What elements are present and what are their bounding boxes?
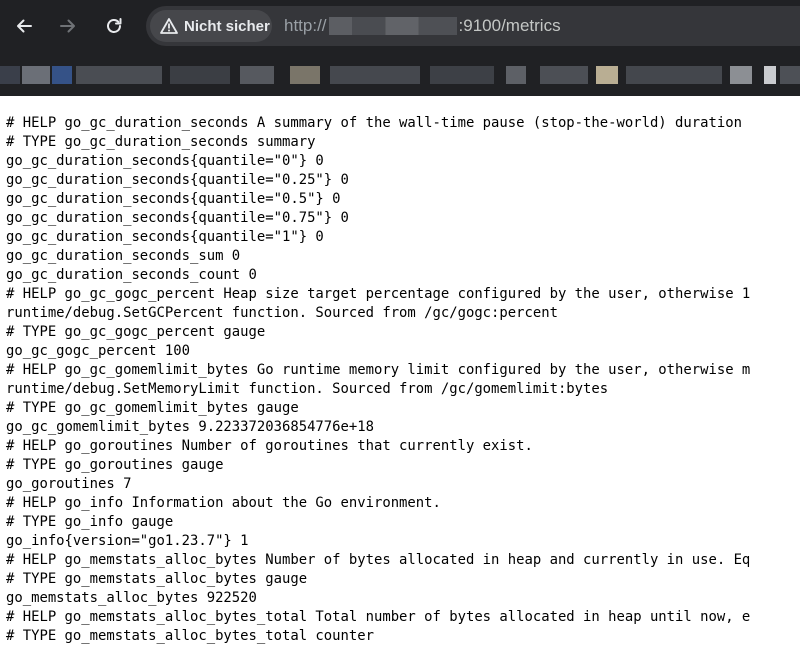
metrics-line: go_gc_duration_seconds{quantile="1"} 0 — [6, 229, 324, 245]
metrics-line: go_gc_duration_seconds{quantile="0"} 0 — [6, 153, 324, 169]
bookmark-item[interactable] — [240, 66, 274, 84]
metrics-line: go_memstats_alloc_bytes 922520 — [6, 590, 257, 606]
bookmark-item[interactable] — [22, 66, 50, 84]
back-button[interactable] — [8, 10, 40, 42]
bookmark-item[interactable] — [330, 66, 420, 84]
metrics-line: # TYPE go_goroutines gauge — [6, 457, 224, 473]
metrics-line: runtime/debug.SetMemoryLimit function. S… — [6, 381, 609, 397]
bookmark-item[interactable] — [76, 66, 162, 84]
metrics-line: go_info{version="go1.23.7"} 1 — [6, 533, 249, 549]
warning-triangle-icon — [160, 18, 178, 34]
bookmark-item[interactable] — [0, 66, 20, 84]
bookmark-item[interactable] — [780, 66, 800, 84]
metrics-text: # HELP go_gc_duration_seconds A summary … — [0, 96, 800, 646]
bookmark-item[interactable] — [596, 66, 618, 84]
metrics-line: # TYPE go_gc_gogc_percent gauge — [6, 324, 266, 340]
metrics-line: # TYPE go_memstats_alloc_bytes_total cou… — [6, 628, 374, 644]
bookmark-item[interactable] — [290, 66, 320, 84]
address-bar[interactable]: Nicht sicher http:// :9100/metrics — [146, 6, 800, 46]
arrow-right-icon — [60, 19, 75, 33]
metrics-line: # HELP go_info Information about the Go … — [6, 495, 441, 511]
security-indicator-button[interactable]: Nicht sicher — [150, 10, 272, 42]
metrics-line: go_gc_duration_seconds_count 0 — [6, 267, 257, 283]
metrics-line: # TYPE go_gc_duration_seconds summary — [6, 134, 316, 150]
bookmark-item[interactable] — [170, 66, 230, 84]
metrics-line: runtime/debug.SetGCPercent function. Sou… — [6, 305, 558, 321]
metrics-line: go_gc_duration_seconds_sum 0 — [6, 248, 241, 264]
metrics-line: # HELP go_goroutines Number of goroutine… — [6, 438, 533, 454]
page-content: # HELP go_gc_duration_seconds A summary … — [0, 96, 800, 651]
url-host-redacted — [328, 17, 457, 35]
metrics-line: go_gc_duration_seconds{quantile="0.75"} … — [6, 210, 349, 226]
bookmark-item[interactable] — [626, 66, 722, 84]
forward-button[interactable] — [52, 10, 84, 42]
metrics-line: go_gc_duration_seconds{quantile="0.25"} … — [6, 172, 349, 188]
metrics-line: # TYPE go_info gauge — [6, 514, 174, 530]
browser-chrome: Nicht sicher http:// :9100/metrics — [0, 0, 800, 96]
bookmark-item[interactable] — [540, 66, 588, 84]
url-scheme: http:// — [284, 16, 327, 35]
bookmark-item[interactable] — [430, 66, 494, 84]
metrics-line: go_gc_gomemlimit_bytes 9.223372036854776… — [6, 419, 374, 435]
metrics-line: # TYPE go_gc_gomemlimit_bytes gauge — [6, 400, 299, 416]
bookmark-item[interactable] — [506, 66, 526, 84]
metrics-line: go_gc_gogc_percent 100 — [6, 343, 190, 359]
metrics-line: # HELP go_gc_duration_seconds A summary … — [6, 115, 742, 131]
arrow-left-icon — [17, 19, 32, 33]
metrics-line: # HELP go_gc_gogc_percent Heap size targ… — [6, 286, 751, 302]
metrics-line: # HELP go_memstats_alloc_bytes_total Tot… — [6, 609, 751, 625]
bookmark-item[interactable] — [730, 66, 752, 84]
metrics-line: # HELP go_gc_gomemlimit_bytes Go runtime… — [6, 362, 751, 378]
metrics-line: # HELP go_memstats_alloc_bytes Number of… — [6, 552, 751, 568]
browser-toolbar: Nicht sicher http:// :9100/metrics — [0, 0, 800, 54]
metrics-line: # TYPE go_memstats_alloc_bytes gauge — [6, 571, 308, 587]
reload-icon — [107, 18, 122, 33]
security-label: Nicht sicher — [184, 17, 270, 35]
reload-button[interactable] — [98, 10, 130, 42]
metrics-line: go_gc_duration_seconds{quantile="0.5"} 0 — [6, 191, 341, 207]
url-path: :9100/metrics — [458, 16, 561, 35]
metrics-line: go_goroutines 7 — [6, 476, 132, 492]
bookmarks-bar-redacted — [0, 60, 800, 90]
url-text[interactable]: http:// :9100/metrics — [284, 16, 561, 36]
bookmark-item[interactable] — [764, 66, 776, 84]
bookmark-item[interactable] — [52, 66, 72, 84]
